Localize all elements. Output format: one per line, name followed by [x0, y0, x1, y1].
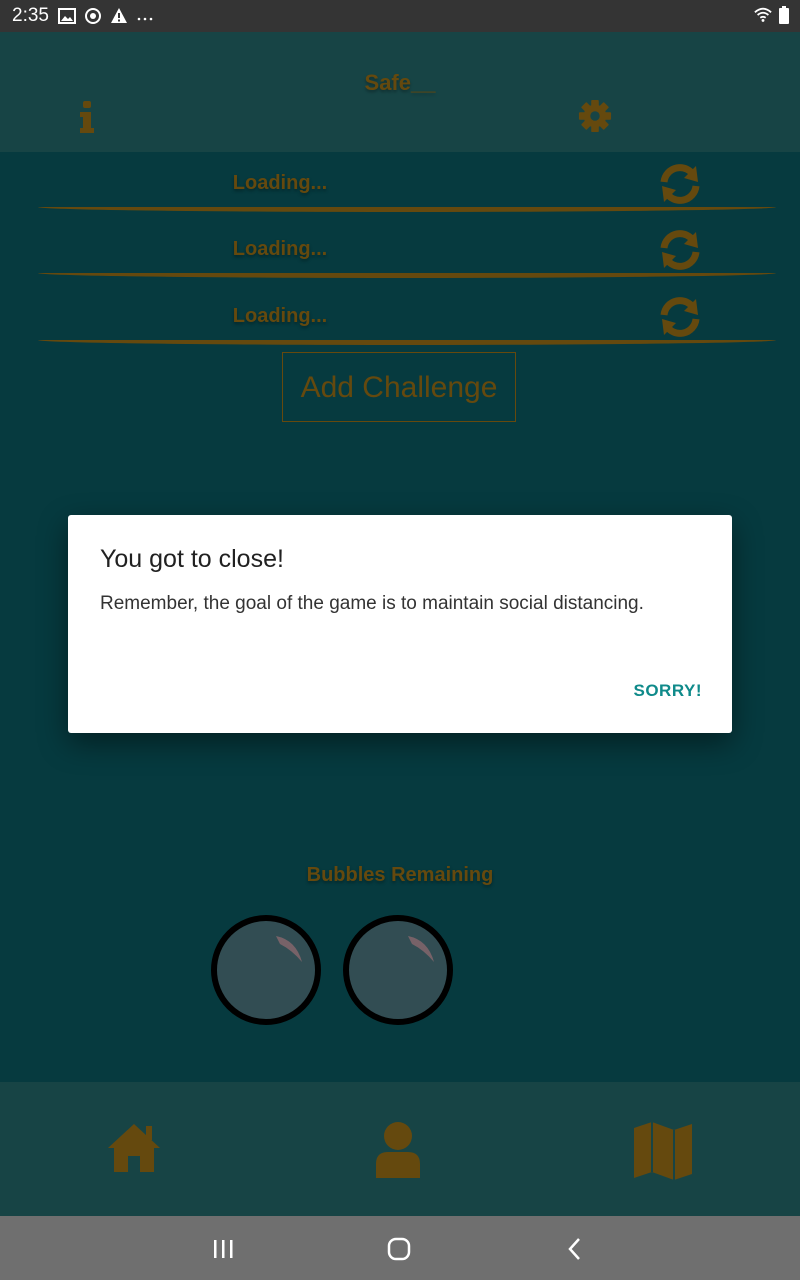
- image-icon: [58, 8, 76, 24]
- status-time: 2:35: [12, 5, 49, 26]
- sorry-button[interactable]: SORRY!: [634, 681, 703, 701]
- status-icons-right: [754, 6, 790, 24]
- home-button-icon[interactable]: [385, 1236, 413, 1262]
- dialog-title: You got to close!: [100, 545, 284, 573]
- back-icon[interactable]: [562, 1236, 590, 1262]
- wifi-icon: [754, 7, 772, 22]
- battery-icon: [779, 6, 789, 24]
- recent-apps-icon[interactable]: [210, 1236, 238, 1262]
- dialog-message: Remember, the goal of the game is to mai…: [100, 593, 644, 614]
- alert-dialog: You got to close! Remember, the goal of …: [68, 515, 732, 733]
- status-icons-left: [58, 7, 154, 25]
- status-bar: 2:35: [0, 0, 800, 32]
- more-icon: [137, 17, 153, 21]
- warning-icon: [111, 8, 127, 23]
- sync-icon: [85, 8, 101, 24]
